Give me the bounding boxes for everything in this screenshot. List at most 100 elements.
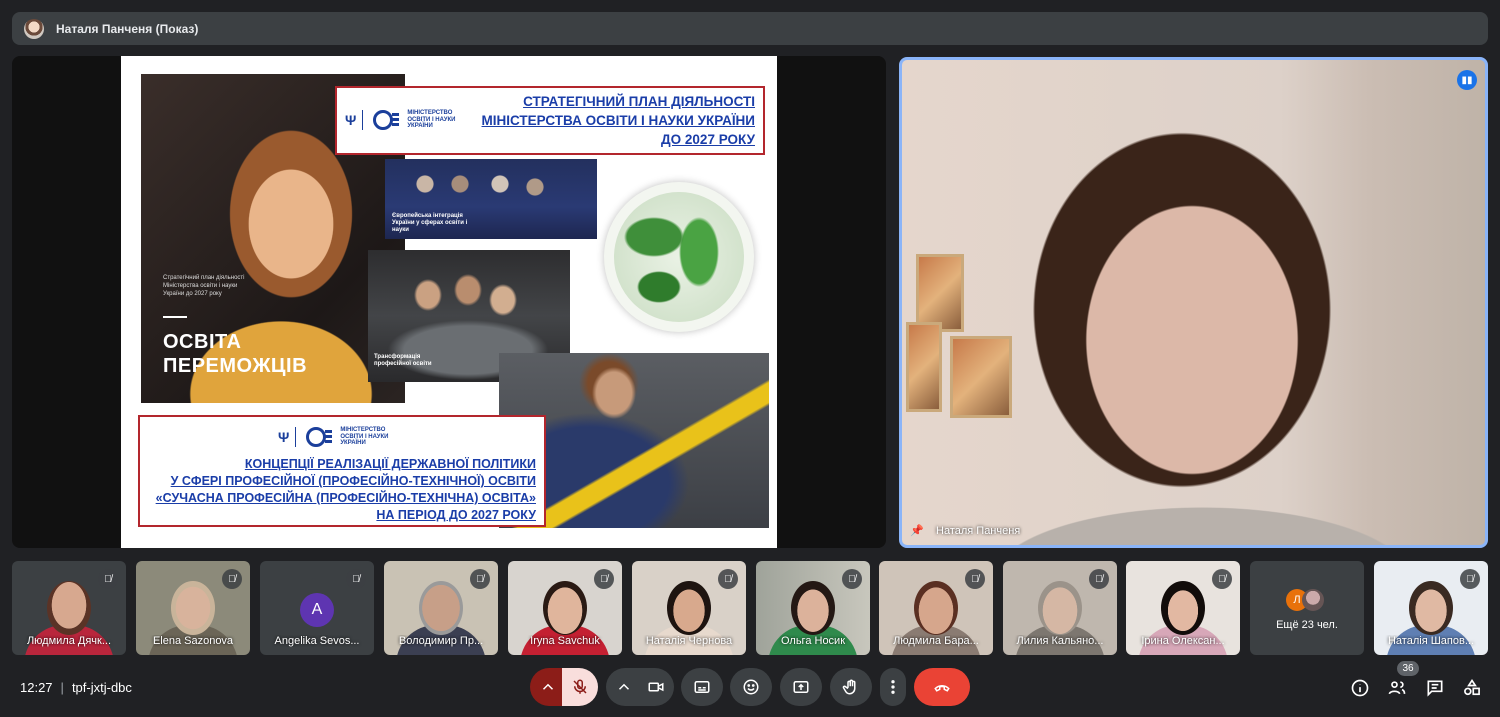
presenter-title: Наталя Панченя (Показ)	[56, 21, 199, 36]
participant-tile[interactable]: 🎙̸ Ірина Олексан...	[1126, 561, 1240, 655]
slide-frame-concept: Ψ МІНІСТЕРСТВО ОСВІТИ І НАУКИ УКРАЇНИ КО…	[138, 415, 546, 527]
more-options-button[interactable]	[880, 668, 906, 706]
participant-tile[interactable]: 🎙̸ Наталія Шапов...	[1374, 561, 1488, 655]
slide-frame-strategic-plan: Ψ МІНІСТЕРСТВО ОСВІТИ І НАУКИ УКРАЇНИ СТ…	[335, 86, 765, 155]
camera-toggle-button[interactable]	[638, 668, 674, 706]
captions-button[interactable]	[681, 668, 723, 706]
mic-off-icon: 🎙̸	[98, 569, 118, 589]
slide-photo-lab-text: Трансформація професійної освіти	[374, 354, 432, 367]
trident-icon: Ψ	[278, 429, 290, 445]
participant-tile[interactable]: 🎙̸ Elena Sazonova	[136, 561, 250, 655]
frame1-line: ДО 2027 РОКУ	[661, 132, 755, 147]
present-button[interactable]	[780, 668, 822, 706]
chevron-up-icon	[542, 683, 554, 690]
mic-off-icon: 🎙̸	[222, 569, 242, 589]
participant-face	[1038, 581, 1082, 635]
pin-icon[interactable]: 📌	[910, 524, 924, 537]
audio-options-button[interactable]	[530, 668, 566, 706]
captions-icon	[694, 681, 710, 693]
participant-name: Elena Sazonova	[152, 635, 234, 647]
chat-icon	[1427, 680, 1443, 697]
presenter-bar: Наталя Панченя (Показ)	[12, 12, 1488, 45]
emoji-icon	[743, 679, 759, 695]
people-button[interactable]	[1385, 676, 1409, 700]
participant-name: Наталія Чернова	[645, 635, 733, 647]
participant-tile[interactable]: 🎙̸ Людмила Бара...	[879, 561, 993, 655]
frame2-line: «СУЧАСНА ПРОФЕСІЙНА (ПРОФЕСІЙНО-ТЕХНІЧНА…	[155, 491, 536, 505]
mic-toggle-button[interactable]	[562, 668, 598, 706]
ministry-logo: Ψ МІНІСТЕРСТВО ОСВІТИ І НАУКИ УКРАЇНИ	[278, 427, 400, 447]
meeting-details-button[interactable]	[1348, 676, 1372, 700]
mic-off-icon	[573, 679, 587, 694]
mic-off-icon: 🎙̸	[965, 569, 985, 589]
slide: Стратегічний план діяльності Міністерств…	[121, 56, 777, 548]
speaking-indicator-icon: ▮▮	[1457, 70, 1477, 90]
mic-off-icon: 🎙̸	[346, 569, 366, 589]
hand-icon	[842, 679, 856, 695]
people-icon	[1388, 681, 1406, 695]
mic-off-icon: 🎙̸	[1460, 569, 1480, 589]
participant-name: Лилия Кальяно...	[1016, 635, 1104, 647]
participant-face	[1161, 581, 1205, 635]
wall-painting	[950, 336, 1012, 418]
participant-tile[interactable]: A 🎙̸ Angelika Sevos...	[260, 561, 374, 655]
ministry-logo-text: МІНІСТЕРСТВО ОСВІТИ І НАУКИ УКРАЇНИ	[407, 110, 456, 130]
mic-off-icon: 🎙̸	[718, 569, 738, 589]
more-participants-tile[interactable]: Л Ещё 23 чел.	[1250, 561, 1364, 655]
people-count-badge: 36	[1397, 661, 1419, 676]
presenter-avatar	[24, 18, 44, 39]
participant-face	[47, 581, 91, 635]
video-options-button[interactable]	[606, 668, 642, 706]
chevron-up-icon	[618, 683, 630, 690]
om-logo-icon	[373, 110, 400, 130]
activities-icon	[1464, 678, 1480, 696]
frame2-line: КОНЦЕПЦІЇ РЕАЛІЗАЦІЇ ДЕРЖАВНОЇ ПОЛІТИКИ	[244, 457, 536, 471]
presentation-stage[interactable]: Стратегічний план діяльності Міністерств…	[12, 56, 886, 548]
ministry-logo-text: МІНІСТЕРСТВО ОСВІТИ І НАУКИ УКРАЇНИ	[340, 427, 389, 447]
participant-tile[interactable]: 🎙̸ Ольга Носик	[756, 561, 870, 655]
om-logo-icon	[306, 427, 333, 447]
frame1-line: МІНІСТЕРСТВА ОСВІТИ І НАУКИ УКРАЇНИ	[481, 113, 755, 128]
wall-painting	[916, 254, 964, 332]
activities-button[interactable]	[1460, 676, 1484, 700]
participant-tile[interactable]: 🎙̸ Володимир Пр...	[384, 561, 498, 655]
mic-off-icon: 🎙̸	[1212, 569, 1232, 589]
globe-icon	[614, 192, 744, 322]
present-screen-icon	[793, 681, 809, 693]
slide-globe	[604, 182, 754, 332]
slide-photo-audience: Європейська інтеграція України у сферах …	[385, 159, 597, 239]
participant-face	[791, 581, 835, 635]
participant-avatar: A	[300, 593, 334, 627]
participant-tile[interactable]: 🎙̸ Лилия Кальяно...	[1003, 561, 1117, 655]
speaker-tile[interactable]: ▮▮ 📌 Наталя Панченя	[899, 57, 1488, 548]
participant-tile[interactable]: 🎙̸ Наталія Чернова	[632, 561, 746, 655]
info-icon	[1351, 679, 1369, 697]
raise-hand-button[interactable]	[830, 668, 872, 706]
participant-name: Ольга Носик	[780, 635, 846, 647]
mic-off-icon: 🎙̸	[1089, 569, 1109, 589]
chat-button[interactable]	[1423, 676, 1447, 700]
mic-off-icon: 🎙̸	[842, 569, 862, 589]
participant-name: Iryna Savchuk	[530, 635, 600, 647]
leave-call-button[interactable]	[914, 668, 970, 706]
participant-tile[interactable]: 🎙̸ Iryna Savchuk	[508, 561, 622, 655]
mic-off-icon: 🎙̸	[594, 569, 614, 589]
trident-icon: Ψ	[345, 112, 357, 128]
slide-caption: Стратегічний план діяльності Міністерств…	[163, 275, 245, 297]
participant-name: Людмила Бара...	[893, 635, 979, 647]
wall-painting	[906, 322, 942, 412]
participant-tile[interactable]: 🎙̸ Людмила Дячк...	[12, 561, 126, 655]
more-participants-count: Ещё 23 чел.	[1276, 619, 1338, 631]
participant-name: Володимир Пр...	[398, 635, 484, 647]
ministry-logo: Ψ МІНІСТЕРСТВО ОСВІТИ І НАУКИ УКРАЇНИ	[345, 110, 467, 130]
participant-face	[667, 581, 711, 635]
reactions-button[interactable]	[730, 668, 772, 706]
frame2-line: У СФЕРІ ПРОФЕСІЙНОЇ (ПРОФЕСІЙНО-ТЕХНІЧНО…	[170, 474, 536, 488]
logo-separator	[362, 110, 364, 130]
clock-time: 12:27	[20, 680, 53, 695]
frame2-line: НА ПЕРІОД ДО 2027 РОКУ	[376, 508, 536, 522]
meeting-code: tpf-jxtj-dbc	[71, 680, 132, 695]
hang-up-icon	[934, 684, 950, 692]
info-separator: |	[60, 680, 64, 695]
camera-icon	[648, 682, 664, 692]
